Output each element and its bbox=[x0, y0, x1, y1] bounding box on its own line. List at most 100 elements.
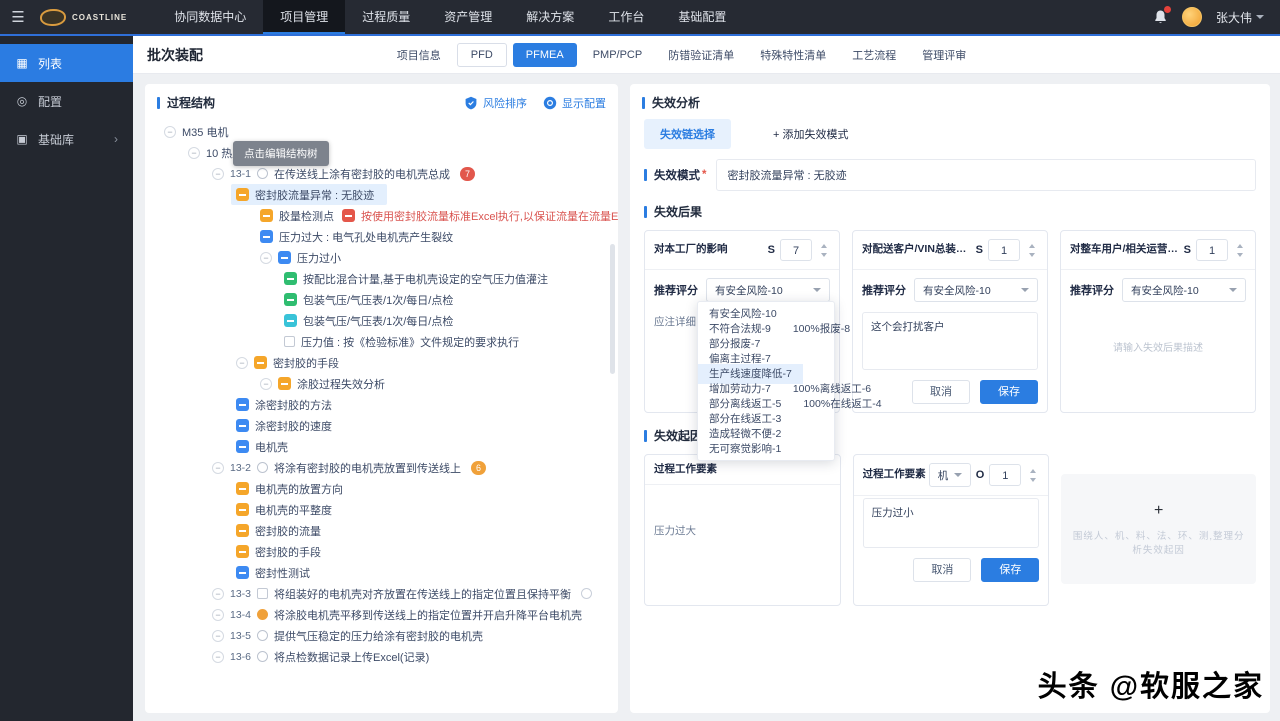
nav-item[interactable]: 过程质量 bbox=[345, 0, 427, 34]
tree-row[interactable]: 电机壳的平整度 bbox=[231, 499, 345, 520]
tab-特殊特性清单[interactable]: 特殊特性清单 bbox=[750, 42, 836, 68]
sidebar-item-label: 基础库 bbox=[38, 131, 74, 148]
tab-防错验证清单[interactable]: 防错验证清单 bbox=[658, 42, 744, 68]
tree-row[interactable]: −13-1在传送线上涂有密封胶的电机壳总成7 bbox=[207, 163, 480, 184]
score-select[interactable]: 有安全风险-10 bbox=[706, 278, 830, 302]
tree-row[interactable]: −压力过小 bbox=[255, 247, 354, 268]
tree-row[interactable]: −13-6将点检数据记录上传Excel(记录) bbox=[207, 646, 442, 667]
dot-icon[interactable] bbox=[257, 609, 268, 620]
list-icon: ▦ bbox=[15, 56, 29, 70]
app-logo[interactable]: COASTLINE bbox=[40, 9, 127, 26]
severity-input[interactable]: 1 bbox=[988, 239, 1020, 261]
scrollbar-thumb[interactable] bbox=[610, 244, 615, 374]
nav-item[interactable]: 解决方案 bbox=[509, 0, 591, 34]
avatar[interactable] bbox=[1182, 7, 1202, 27]
tab-项目信息[interactable]: 项目信息 bbox=[387, 42, 451, 68]
radio-icon[interactable] bbox=[257, 630, 268, 641]
tab-failure-chain[interactable]: 失效链选择 bbox=[644, 119, 731, 149]
tree-node-label: 包装气压/气压表/1次/每日/点检 bbox=[303, 292, 453, 308]
nav-item[interactable]: 工作台 bbox=[591, 0, 661, 34]
collapse-icon[interactable]: − bbox=[212, 609, 224, 621]
sidebar-item[interactable]: ◎配置 bbox=[0, 82, 133, 120]
tree-row[interactable]: 电机壳 bbox=[231, 436, 301, 457]
tree-row[interactable]: 密封胶的手段 bbox=[231, 541, 334, 562]
cancel-button[interactable]: 取消 bbox=[913, 558, 971, 582]
tree-row[interactable]: 电机壳的放置方向 bbox=[231, 478, 356, 499]
nav-item[interactable]: 资产管理 bbox=[427, 0, 509, 34]
blue-doc-icon bbox=[278, 251, 291, 264]
tree-row[interactable]: 密封胶的流量 bbox=[231, 520, 334, 541]
display-config-button[interactable]: 显示配置 bbox=[543, 95, 606, 111]
collapse-icon[interactable]: − bbox=[164, 126, 176, 138]
nav-item[interactable]: 协同数据中心 bbox=[157, 0, 263, 34]
save-button[interactable]: 保存 bbox=[980, 380, 1038, 404]
nav-item[interactable]: 项目管理 bbox=[263, 0, 345, 34]
risk-sort-button[interactable]: 风险排序 bbox=[464, 95, 527, 111]
radio-icon[interactable] bbox=[257, 462, 268, 473]
sidebar-item[interactable]: ▣基础库› bbox=[0, 120, 133, 158]
collapse-icon[interactable]: − bbox=[212, 651, 224, 663]
tree-row[interactable]: 压力值 : 按《检验标准》文件规定的要求执行 bbox=[279, 331, 532, 352]
tree-row[interactable]: −13-5提供气压稳定的压力给涂有密封胶的电机壳 bbox=[207, 625, 496, 646]
tree-row[interactable]: 胶量检测点按使用密封胶流量标准Excel执行,以保证流量在流量Excel之前的参… bbox=[255, 205, 618, 226]
tab-PFMEA[interactable]: PFMEA bbox=[513, 43, 577, 67]
tree-row[interactable]: −M35 电机 bbox=[159, 121, 241, 142]
severity-stepper[interactable] bbox=[1025, 239, 1038, 261]
tree-row[interactable]: 压力过大 : 电气孔处电机壳产生裂纹 bbox=[255, 226, 466, 247]
collapse-icon[interactable]: − bbox=[212, 588, 224, 600]
severity-stepper[interactable] bbox=[1233, 239, 1246, 261]
score-select[interactable]: 有安全风险-10 bbox=[914, 278, 1038, 302]
severity-option[interactable]: 100%报废-8 bbox=[782, 319, 861, 339]
tab-PFD[interactable]: PFD bbox=[457, 43, 507, 67]
save-button[interactable]: 保存 bbox=[981, 558, 1039, 582]
nav-item[interactable]: 基础配置 bbox=[661, 0, 743, 34]
tab-管理评审[interactable]: 管理评审 bbox=[912, 42, 976, 68]
tree-row[interactable]: −13-4将涂胶电机壳平移到传送线上的指定位置并开启升降平台电机壳 bbox=[207, 604, 595, 625]
category-select[interactable]: 机 bbox=[929, 463, 971, 487]
severity-option[interactable]: 无可察觉影响-1 bbox=[698, 439, 792, 459]
severity-input[interactable]: 1 bbox=[1196, 239, 1228, 261]
collapse-icon[interactable]: − bbox=[188, 147, 200, 159]
failure-mode-value[interactable]: 密封胶流量异常 : 无胶迹 bbox=[716, 159, 1256, 191]
severity-stepper[interactable] bbox=[817, 239, 830, 261]
occurrence-input[interactable]: 1 bbox=[989, 464, 1021, 486]
tree-row[interactable]: 涂密封胶的方法 bbox=[231, 394, 345, 415]
severity-input[interactable]: 7 bbox=[780, 239, 812, 261]
checkbox-icon[interactable] bbox=[284, 336, 295, 347]
tree-row[interactable]: 包装气压/气压表/1次/每日/点检 bbox=[279, 289, 466, 310]
tree-row[interactable]: 涂密封胶的速度 bbox=[231, 415, 345, 436]
score-select[interactable]: 有安全风险-10 bbox=[1122, 278, 1246, 302]
tree-row[interactable]: −13-2将涂有密封胶的电机壳放置到传送线上6 bbox=[207, 457, 491, 478]
tree-row[interactable]: 密封胶流量异常 : 无胶迹 bbox=[231, 184, 387, 205]
cancel-button[interactable]: 取消 bbox=[912, 380, 970, 404]
cause-description-textarea[interactable]: 压力过小 bbox=[863, 498, 1040, 548]
checkbox-icon[interactable] bbox=[257, 588, 268, 599]
tree-row[interactable]: 按配比混合计量,基于电机壳设定的空气压力值灌注 bbox=[279, 268, 561, 289]
tree-row[interactable]: −密封胶的手段 bbox=[231, 352, 352, 373]
collapse-icon[interactable]: − bbox=[236, 357, 248, 369]
severity-label: S bbox=[1184, 244, 1191, 256]
tree-row[interactable]: 包装气压/气压表/1次/每日/点检 bbox=[279, 310, 466, 331]
collapse-icon[interactable]: − bbox=[212, 630, 224, 642]
collapse-icon[interactable]: − bbox=[260, 378, 272, 390]
tab-工艺流程[interactable]: 工艺流程 bbox=[842, 42, 906, 68]
radio-icon[interactable] bbox=[257, 651, 268, 662]
collapse-icon[interactable]: − bbox=[212, 168, 224, 180]
tree-row[interactable]: 密封性测试 bbox=[231, 562, 323, 583]
tree-row[interactable]: −13-3将组装好的电机壳对齐放置在传送线上的指定位置且保持平衡 bbox=[207, 583, 597, 604]
menu-icon[interactable]: ☰ bbox=[0, 8, 36, 26]
severity-option[interactable]: 100%在线返工-4 bbox=[792, 394, 892, 414]
add-failure-mode-button[interactable]: + 添加失效模式 bbox=[757, 119, 864, 149]
tab-PMP/PCP[interactable]: PMP/PCP bbox=[583, 44, 653, 66]
tree-row[interactable]: −涂胶过程失效分析 bbox=[255, 373, 398, 394]
notifications-bell-icon[interactable] bbox=[1153, 9, 1168, 25]
tree-node-number: 13-6 bbox=[230, 651, 251, 663]
occurrence-stepper[interactable] bbox=[1026, 464, 1039, 486]
collapse-icon[interactable]: − bbox=[260, 252, 272, 264]
radio-icon[interactable] bbox=[257, 168, 268, 179]
add-cause-zone[interactable]: + 围绕人、机、料、法、环、测,整理分析失效起因 bbox=[1061, 474, 1256, 584]
user-menu[interactable]: 张大伟 bbox=[1216, 9, 1264, 26]
sidebar-item[interactable]: ▦列表 bbox=[0, 44, 133, 82]
effect-description-textarea[interactable]: 这个会打扰客户 bbox=[862, 312, 1038, 370]
collapse-icon[interactable]: − bbox=[212, 462, 224, 474]
